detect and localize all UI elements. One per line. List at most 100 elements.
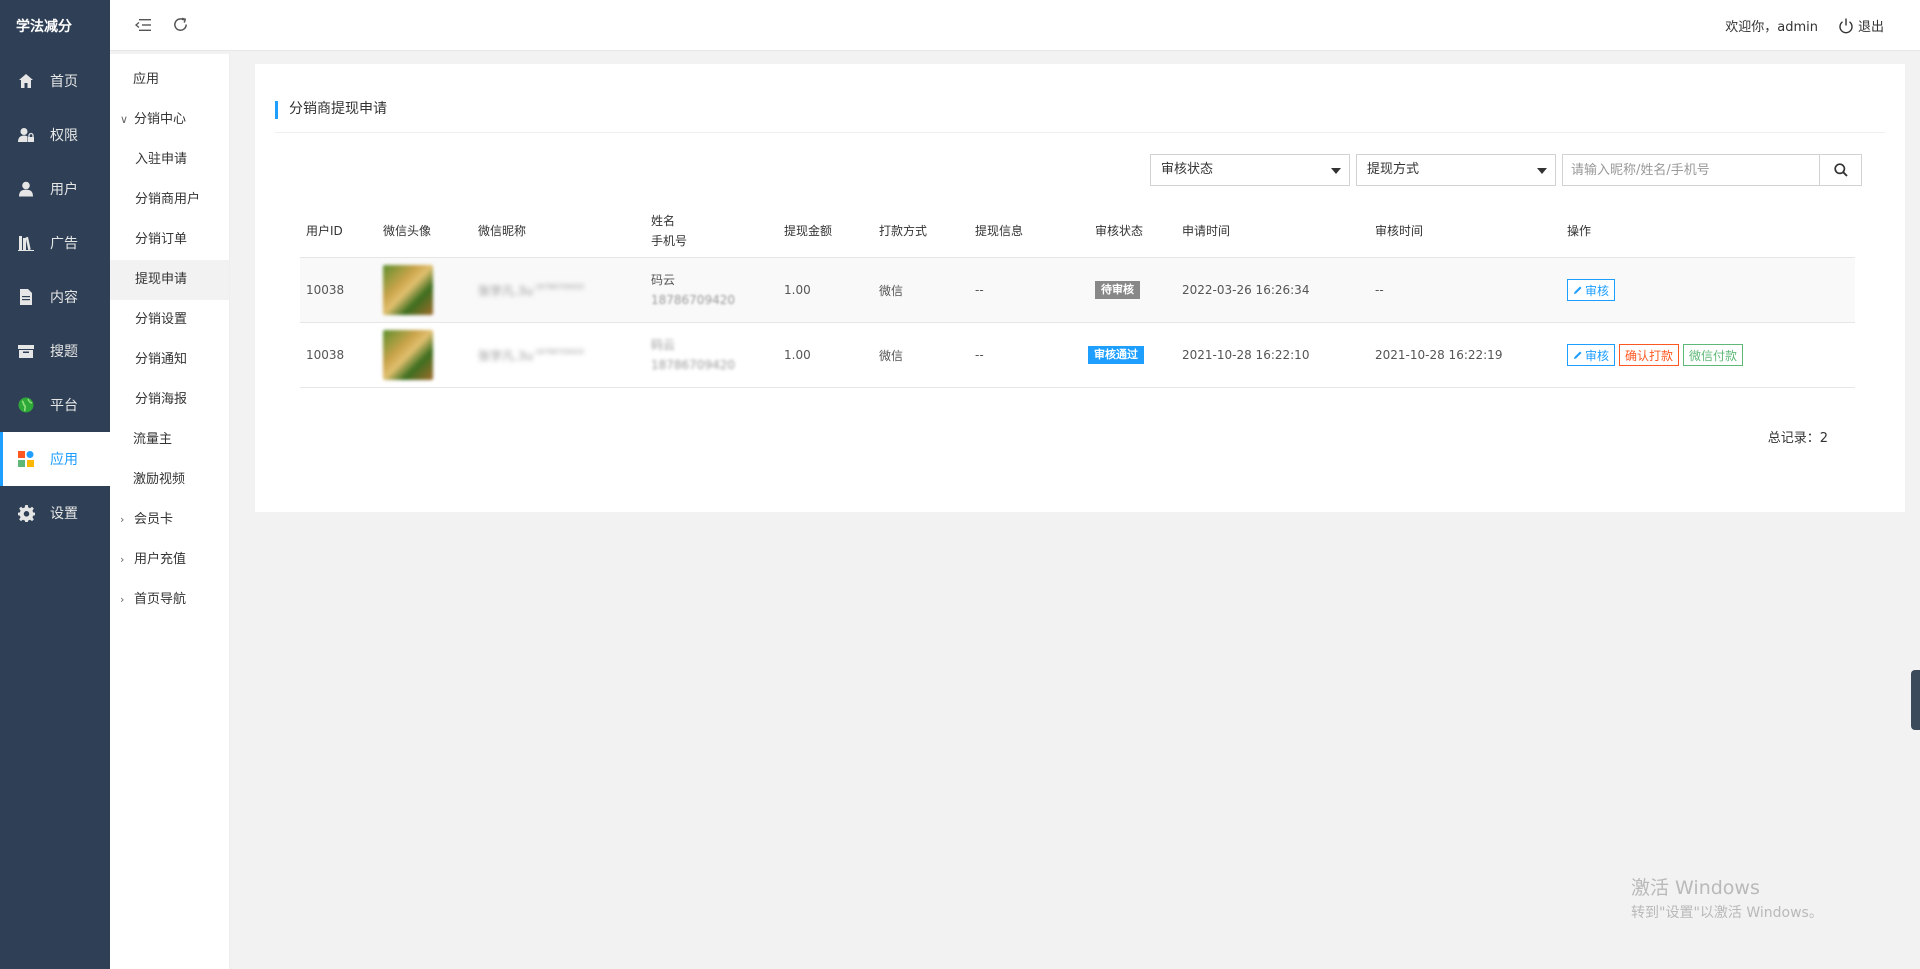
- logout-button[interactable]: 退出: [1838, 16, 1884, 35]
- search-input[interactable]: [1562, 154, 1820, 186]
- cell-audit-time: 2021-10-28 16:22:19: [1375, 348, 1503, 362]
- nickname-sub-text: 18786709420: [535, 348, 585, 356]
- welcome-text: 欢迎你，admin: [1725, 20, 1818, 35]
- audit-button-label: 审核: [1585, 283, 1610, 298]
- nav-label: 平台: [50, 398, 78, 414]
- status-select[interactable]: 审核状态: [1150, 154, 1350, 186]
- col-actions: 操作: [1567, 224, 1592, 238]
- status-badge: 审核通过: [1088, 346, 1144, 364]
- nav-item-settings[interactable]: 设置: [0, 486, 110, 540]
- subnav-item-distribution-settings[interactable]: 分销设置: [110, 300, 229, 340]
- col-name: 姓名: [651, 213, 676, 228]
- refresh-icon[interactable]: [170, 16, 190, 36]
- phone-text: 18786709420: [651, 358, 735, 372]
- avatar: [383, 265, 433, 315]
- nav-item-platform[interactable]: 平台: [0, 378, 110, 432]
- top-header: 欢迎你，admin 退出: [110, 0, 1920, 51]
- audit-button[interactable]: 审核: [1567, 344, 1616, 366]
- cell-actions: 审核 确认打款 微信付款: [1567, 323, 1744, 387]
- col-nickname: 微信昵称: [478, 224, 527, 238]
- cell-pay-method: 微信: [879, 283, 904, 298]
- subnav-group-vip-card[interactable]: › 会员卡: [110, 500, 229, 540]
- cell-status: 待审核: [1095, 258, 1140, 322]
- watermark-line2: 转到"设置"以激活 Windows。: [1631, 905, 1823, 921]
- document-icon: [16, 287, 36, 307]
- col-avatar: 微信头像: [383, 224, 432, 238]
- cell-status: 审核通过: [1088, 323, 1144, 387]
- nav-label: 权限: [50, 128, 78, 144]
- caret-down-icon: [1537, 168, 1547, 174]
- nav-item-content[interactable]: 内容: [0, 270, 110, 324]
- subnav-group-label: 分销中心: [134, 112, 187, 127]
- nav-item-search-questions[interactable]: 搜题: [0, 324, 110, 378]
- avatar: [383, 330, 433, 380]
- windows-activation-watermark: 激活 Windows 转到"设置"以激活 Windows。: [1631, 873, 1823, 922]
- cell-actions: 审核: [1567, 258, 1616, 322]
- nav-label: 广告: [50, 236, 78, 252]
- withdraw-table: 用户ID 微信头像 微信昵称 姓名 手机号 提现金额 打款方式 提现信息 审核状…: [300, 204, 1855, 388]
- subnav-item-reward-video[interactable]: 激励视频: [110, 460, 229, 500]
- subnav-item-withdraw-apply[interactable]: 提现申请: [110, 260, 229, 300]
- watermark-line1: 激活 Windows: [1631, 877, 1760, 899]
- nav-item-ads[interactable]: 广告: [0, 216, 110, 270]
- cell-amount: 1.00: [784, 283, 811, 297]
- subnav-item-distribution-poster[interactable]: 分销海报: [110, 380, 229, 420]
- nav-label: 首页: [50, 74, 78, 90]
- nav-item-permission[interactable]: 权限: [0, 108, 110, 162]
- chevron-right-icon: ›: [120, 553, 125, 566]
- cell-name-phone: 码云 18786709420: [651, 258, 735, 322]
- phone-text: 18786709420: [651, 293, 735, 307]
- search-button[interactable]: [1820, 154, 1862, 186]
- subnav-item-distribution-notice[interactable]: 分销通知: [110, 340, 229, 380]
- subnav-group-distribution[interactable]: ∨ 分销中心: [110, 100, 229, 140]
- cell-audit-time: --: [1375, 283, 1384, 297]
- name-text: 码云: [651, 338, 676, 352]
- table-row: 10038 张学凡.3u 18786709420 码云 18786709420 …: [300, 258, 1855, 323]
- search-icon: [1833, 163, 1848, 177]
- col-status: 审核状态: [1095, 224, 1144, 238]
- cell-avatar: [383, 258, 433, 322]
- collapse-menu-icon[interactable]: [133, 16, 153, 36]
- subnav-group-home-nav[interactable]: › 首页导航: [110, 580, 229, 620]
- books-icon: [16, 233, 36, 253]
- nav-item-users[interactable]: 用户: [0, 162, 110, 216]
- cell-amount: 1.00: [784, 348, 811, 362]
- audit-button[interactable]: 审核: [1567, 279, 1616, 301]
- table-row: 10038 张学凡.3u 18786709420 码云 18786709420 …: [300, 323, 1855, 388]
- pencil-icon: [1574, 286, 1582, 294]
- filter-bar: 审核状态 提现方式: [1150, 154, 1870, 186]
- withdraw-card: 分销商提现申请 审核状态 提现方式 用户ID 微信头像 微信昵称 姓名 手机号 …: [255, 64, 1905, 512]
- nav-item-home[interactable]: 首页: [0, 54, 110, 108]
- chevron-right-icon: ›: [120, 513, 125, 526]
- subnav-group-label: 会员卡: [134, 512, 174, 527]
- cell-name-phone: 码云 18786709420: [651, 323, 735, 387]
- status-badge: 待审核: [1095, 281, 1140, 299]
- user-lock-icon: [16, 125, 36, 145]
- subnav-item-distributor-users[interactable]: 分销商用户: [110, 180, 229, 220]
- col-name-phone: 姓名 手机号: [651, 204, 687, 257]
- subnav-item-join-apply[interactable]: 入驻申请: [110, 140, 229, 180]
- cell-user-id: 10038: [306, 348, 345, 362]
- floating-side-tab[interactable]: [1911, 670, 1920, 730]
- card-title: 分销商提现申请: [275, 101, 387, 119]
- wechat-pay-button[interactable]: 微信付款: [1683, 344, 1744, 366]
- subnav-item-traffic-master[interactable]: 流量主: [110, 420, 229, 460]
- cell-nickname: 张学凡.3u 18786709420: [478, 258, 584, 322]
- subnav-group-recharge[interactable]: › 用户充值: [110, 540, 229, 580]
- method-select[interactable]: 提现方式: [1356, 154, 1556, 186]
- subnav-item-distribution-orders[interactable]: 分销订单: [110, 220, 229, 260]
- nav-item-apps[interactable]: 应用: [0, 432, 110, 486]
- method-select-value: 提现方式: [1367, 162, 1420, 177]
- confirm-payment-button[interactable]: 确认打款: [1619, 344, 1680, 366]
- caret-down-icon: [1331, 168, 1341, 174]
- pencil-icon: [1574, 351, 1582, 359]
- subnav-group-label: 用户充值: [134, 552, 187, 567]
- subnav-title[interactable]: 应用: [110, 60, 229, 100]
- col-audit-time: 审核时间: [1375, 224, 1424, 238]
- nav-label: 应用: [50, 452, 78, 468]
- home-icon: [16, 71, 36, 91]
- cell-info: --: [975, 348, 984, 362]
- power-icon: [1839, 18, 1853, 33]
- card-divider: [275, 132, 1885, 133]
- nickname-text: 张学凡.3u: [478, 283, 534, 298]
